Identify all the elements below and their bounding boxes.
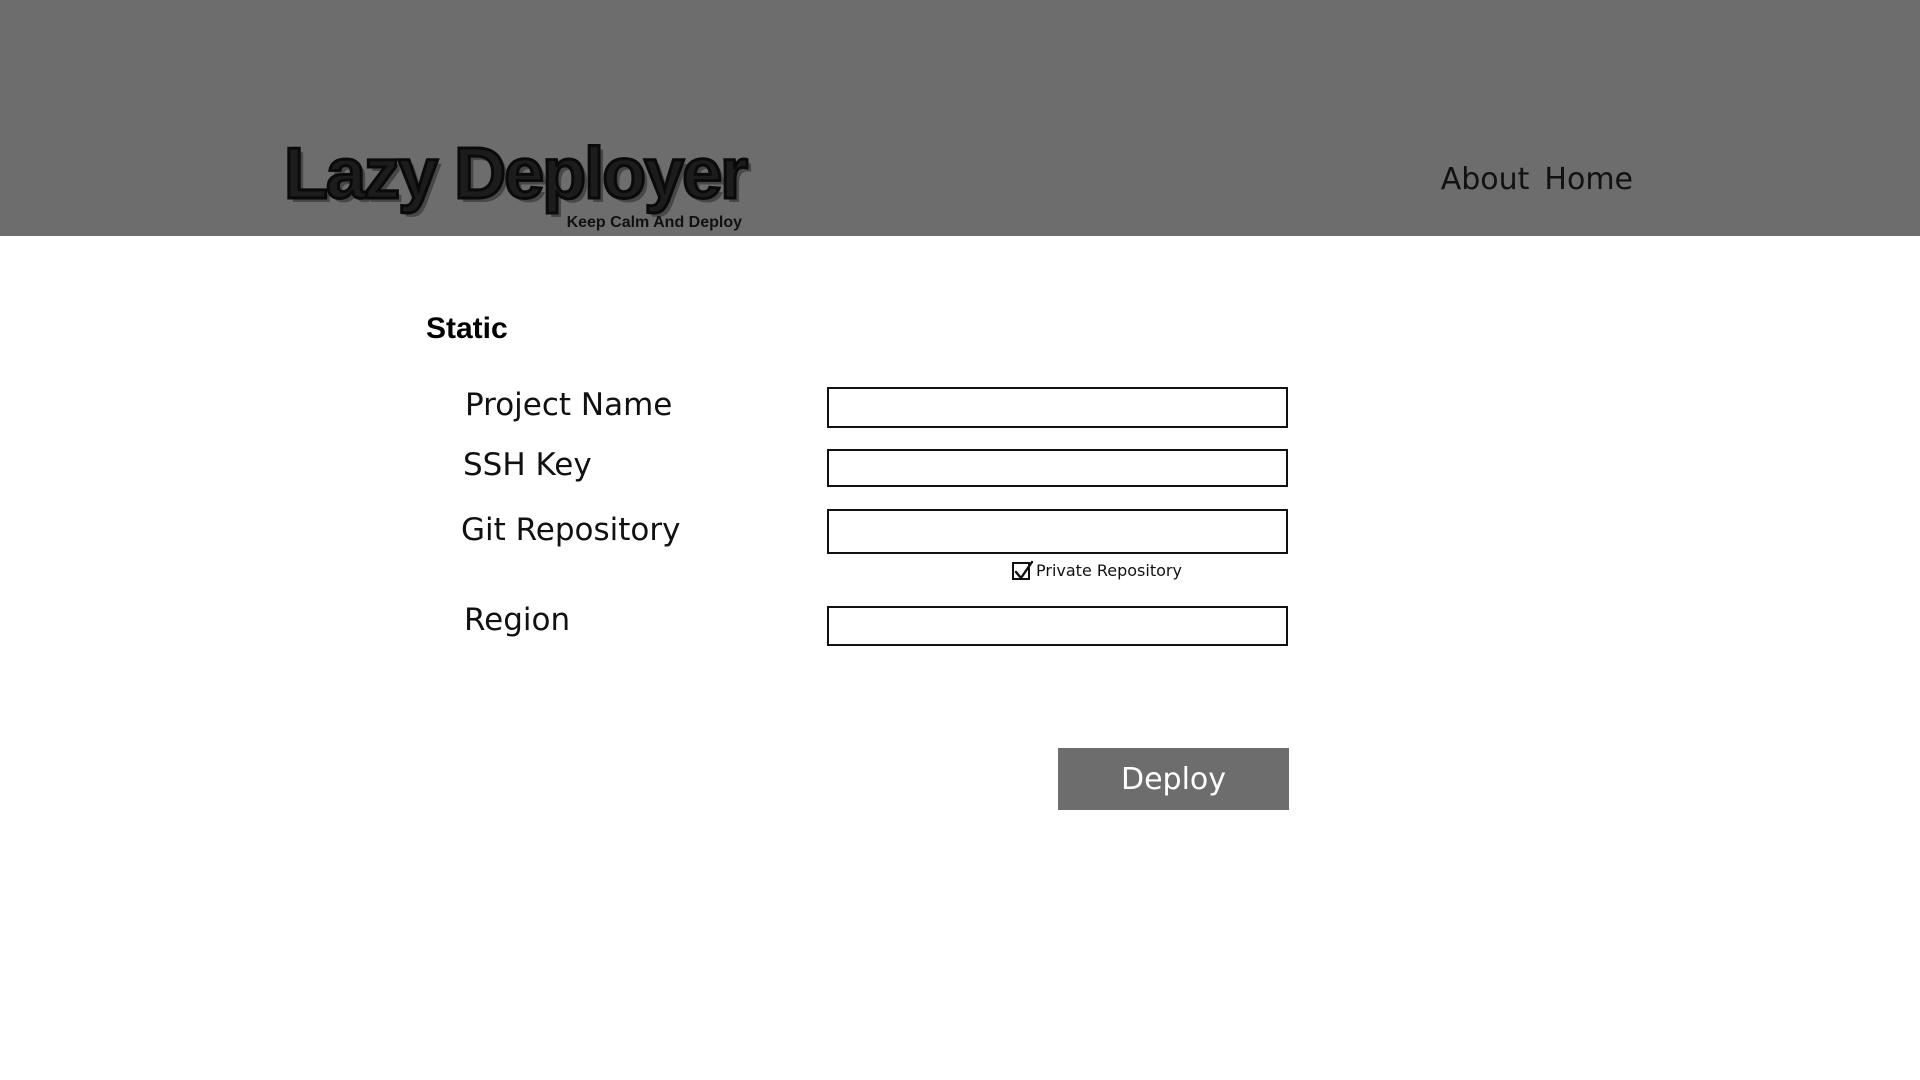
private-repository-checkbox[interactable]: Private Repository — [1012, 560, 1182, 580]
section-title: Static — [426, 312, 508, 345]
app-tagline: Keep Calm And Deploy — [566, 214, 742, 231]
region-label: Region — [464, 602, 571, 638]
nav-link-home[interactable]: Home — [1544, 160, 1633, 200]
git-repository-input[interactable] — [827, 509, 1288, 554]
nav-link-about[interactable]: About — [1441, 160, 1530, 200]
checkbox-checked-icon[interactable] — [1012, 560, 1034, 580]
project-name-label: Project Name — [465, 387, 673, 423]
site-header: Lazy Deployer Keep Calm And Deploy About… — [0, 0, 1920, 236]
git-repository-label: Git Repository — [461, 512, 681, 548]
brand-logo[interactable]: Lazy Deployer Keep Calm And Deploy — [282, 132, 749, 236]
project-name-input[interactable] — [827, 387, 1288, 428]
private-repository-label: Private Repository — [1036, 561, 1182, 580]
top-nav: About Home — [1441, 160, 1633, 200]
deploy-button[interactable]: Deploy — [1058, 748, 1289, 810]
region-input[interactable] — [827, 606, 1288, 646]
ssh-key-label: SSH Key — [463, 447, 592, 483]
app-title: Lazy Deployer — [282, 133, 749, 216]
ssh-key-input[interactable] — [827, 449, 1288, 487]
